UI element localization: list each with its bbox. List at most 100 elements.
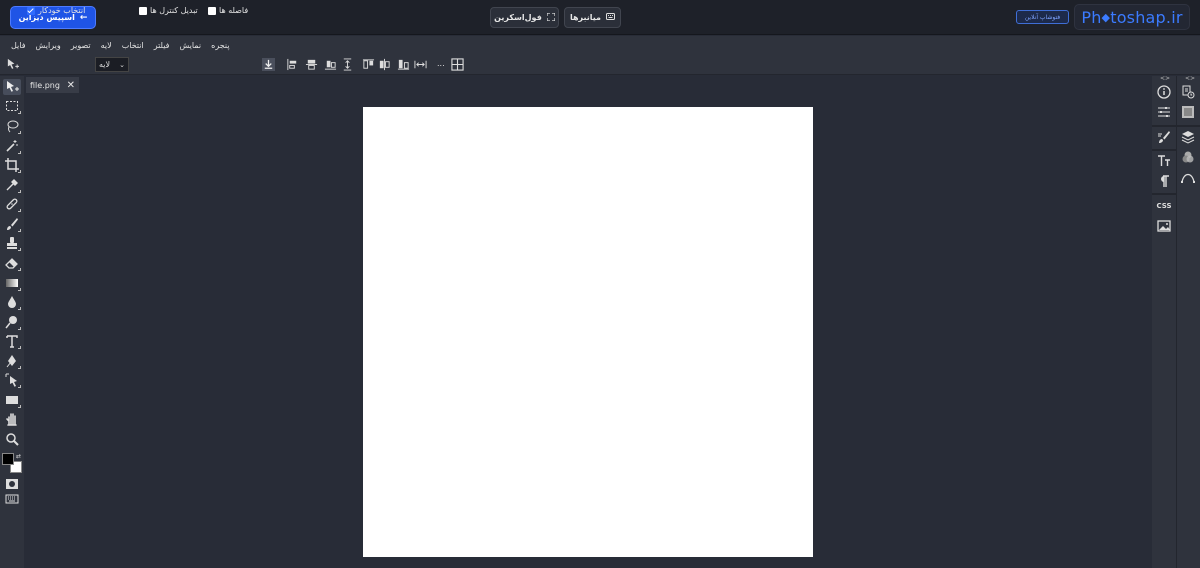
auto-select-option[interactable]: انتخاب خودکار	[27, 3, 85, 18]
rectangle-icon	[5, 393, 19, 407]
logo-text-end: toshap.ir	[1110, 7, 1183, 27]
panel-separator	[1152, 193, 1176, 195]
menu-file[interactable]: فایل	[6, 41, 31, 50]
magic-wand-tool[interactable]	[3, 138, 21, 154]
brush-settings-icon[interactable]	[1156, 129, 1172, 145]
target-select-value: لایه	[99, 60, 111, 69]
history-icon[interactable]	[1180, 84, 1196, 100]
move-tool[interactable]	[3, 79, 21, 95]
crop-tool[interactable]	[3, 157, 21, 173]
character-icon[interactable]	[1156, 153, 1172, 169]
mask-icon	[5, 477, 19, 491]
menu-window[interactable]: پنجره	[206, 41, 234, 50]
align-bottom-icon[interactable]	[397, 58, 410, 71]
gradient-icon	[5, 276, 19, 290]
menu-view[interactable]: نمایش	[174, 41, 206, 50]
path-selection-tool[interactable]	[3, 372, 21, 388]
distribute-horizontal-icon[interactable]	[414, 58, 427, 71]
eyedropper-tool[interactable]	[3, 177, 21, 193]
menu-layer[interactable]: لایه	[96, 41, 117, 50]
menu-image[interactable]: تصویر	[66, 41, 96, 50]
pen-tool[interactable]	[3, 353, 21, 369]
gradient-tool[interactable]	[3, 275, 21, 291]
distances-label: فاصله ها	[219, 6, 249, 15]
more-options[interactable]: ...	[437, 56, 445, 71]
chevron-down-icon: ⌄	[119, 60, 125, 69]
distances-option[interactable]: فاصله ها	[208, 3, 248, 18]
properties-icon[interactable]	[1156, 104, 1172, 120]
options-bar	[0, 54, 1200, 75]
collapse-panel-icon-2[interactable]: <>	[1185, 75, 1195, 82]
close-icon[interactable]: ✕	[67, 80, 75, 91]
foreground-color-swatch[interactable]	[2, 453, 14, 465]
grid-icon[interactable]	[451, 58, 464, 71]
align-middle-icon[interactable]	[378, 58, 391, 71]
pen-icon	[5, 354, 19, 368]
paths-icon[interactable]	[1180, 169, 1196, 185]
fullscreen-icon	[546, 11, 556, 23]
info-icon[interactable]	[1156, 84, 1172, 100]
distances-checkbox[interactable]	[208, 6, 216, 15]
fullscreen-label: فول‌اسکرین	[494, 13, 542, 22]
auto-select-label: انتخاب خودکار	[38, 6, 86, 15]
zoom-tool[interactable]	[3, 431, 21, 447]
quick-mask-tool[interactable]	[3, 476, 21, 492]
bandage-icon	[5, 197, 19, 211]
site-logo[interactable]: Ph ◆ toshap.ir	[1074, 4, 1190, 30]
image-icon[interactable]	[1156, 218, 1172, 234]
align-right-icon[interactable]	[324, 58, 337, 71]
paragraph-icon[interactable]	[1156, 173, 1172, 189]
swatches-icon[interactable]	[1180, 104, 1196, 120]
document-canvas[interactable]	[363, 107, 813, 557]
tools-panel: ⇄	[0, 76, 24, 568]
brush-tool[interactable]	[3, 216, 21, 232]
menu-select[interactable]: انتخاب	[117, 41, 149, 50]
dodge-tool[interactable]	[3, 314, 21, 330]
align-left-icon[interactable]	[286, 58, 299, 71]
shortcuts-label: میانبرها	[569, 13, 602, 22]
marquee-tool[interactable]	[3, 98, 21, 114]
menu-filter[interactable]: فیلتر	[149, 41, 175, 50]
align-center-h-icon[interactable]	[305, 58, 318, 71]
screen-mode-tool[interactable]	[3, 491, 21, 507]
layers-icon[interactable]	[1180, 129, 1196, 145]
panel-separator	[1152, 125, 1176, 127]
transform-controls-checkbox[interactable]	[139, 6, 147, 15]
online-badge[interactable]: فتوشاپ آنلاین	[1016, 10, 1069, 24]
rectangle-tool[interactable]	[3, 392, 21, 408]
transform-controls-label: تبدیل کنترل ها	[150, 6, 198, 15]
hand-tool[interactable]	[3, 411, 21, 427]
stamp-tool[interactable]	[3, 235, 21, 251]
eraser-tool[interactable]	[3, 255, 21, 271]
css-panel-icon[interactable]: CSS	[1156, 198, 1172, 214]
magic-wand-icon	[5, 139, 19, 153]
eraser-icon	[5, 256, 19, 270]
panel-separator	[1177, 125, 1200, 127]
more-label: ...	[437, 59, 445, 68]
lasso-tool[interactable]	[3, 118, 21, 134]
swap-colors-icon[interactable]: ⇄	[16, 453, 21, 460]
transform-controls-option[interactable]: تبدیل کنترل ها	[139, 3, 198, 18]
marquee-icon	[5, 99, 19, 113]
collapse-panel-icon[interactable]: <>	[1160, 75, 1170, 82]
path-select-icon	[5, 373, 19, 387]
document-tab[interactable]: file.png ✕	[26, 77, 79, 93]
auto-select-checkbox[interactable]	[27, 6, 35, 15]
keyboard-icon	[5, 492, 19, 506]
blur-tool[interactable]	[3, 294, 21, 310]
type-tool[interactable]	[3, 333, 21, 349]
download-icon[interactable]	[262, 58, 275, 71]
target-select[interactable]: لایه ⌄	[95, 57, 129, 72]
color-swatches[interactable]: ⇄	[1, 453, 23, 473]
shortcuts-button[interactable]: میانبرها	[564, 7, 621, 28]
channels-icon[interactable]	[1180, 149, 1196, 165]
menu-bar: فایل ویرایش تصویر لایه انتخاب فیلتر نمای…	[0, 36, 1200, 54]
align-top-icon[interactable]	[362, 58, 375, 71]
distribute-vertical-icon[interactable]	[341, 58, 354, 71]
move-tool-option-icon[interactable]	[6, 58, 19, 71]
fullscreen-button[interactable]: فول‌اسکرین	[490, 7, 559, 28]
healing-brush-tool[interactable]	[3, 196, 21, 212]
menu-edit[interactable]: ویرایش	[31, 41, 66, 50]
document-tab-name: file.png	[30, 80, 60, 90]
eyedropper-icon	[5, 178, 19, 192]
